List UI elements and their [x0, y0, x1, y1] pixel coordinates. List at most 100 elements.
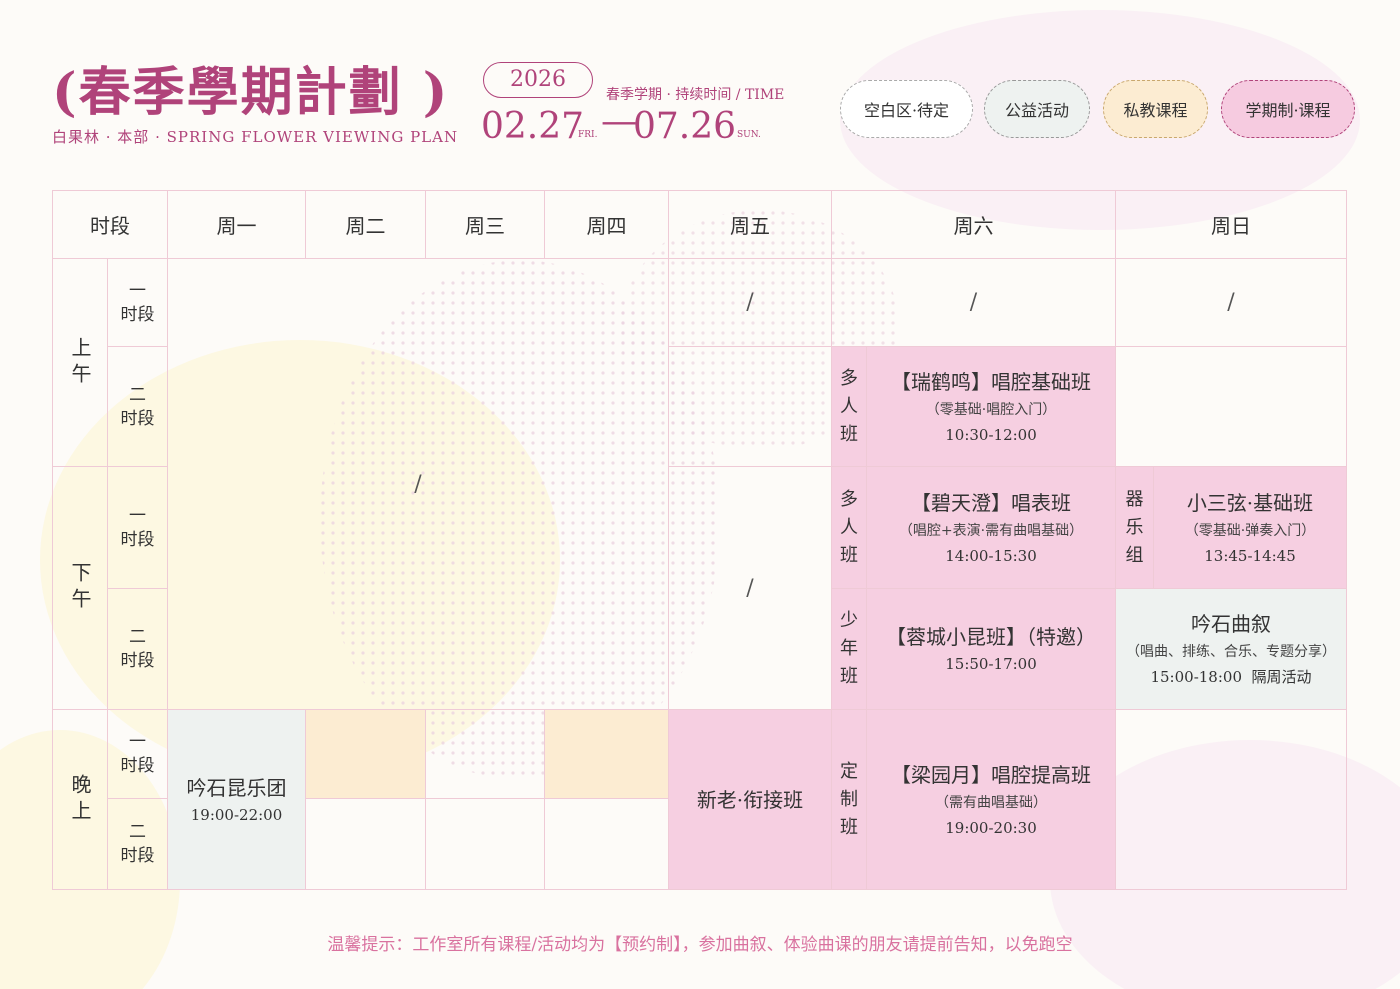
course-time: 10:30-12:00: [945, 425, 1037, 444]
header-mon: 周一: [167, 190, 306, 259]
slot-evening-1: 一 时段: [107, 709, 168, 799]
slot-label: 时段: [120, 846, 155, 866]
header-sat: 周六: [831, 190, 1116, 259]
course-title: 【碧天澄】唱表班: [911, 490, 1071, 515]
sat-morning-1: /: [831, 258, 1116, 347]
type-char: 人: [840, 395, 858, 417]
header-tue: 周二: [305, 190, 426, 259]
sun-a1-type: 器 乐 组: [1115, 466, 1154, 589]
group-evening: 晚上: [52, 709, 108, 890]
course-time: 13:45-14:45: [1204, 546, 1296, 565]
slot-number: 二: [129, 822, 146, 842]
slot-label: 时段: [120, 304, 155, 325]
slot-number: 一: [129, 280, 146, 301]
header-period: 时段: [52, 190, 168, 259]
type-char: 乐: [1125, 516, 1144, 538]
sat-a2-type: 少 年 班: [831, 588, 867, 710]
thu-evening-2: [544, 798, 669, 890]
sat-e-type: 定 制 班: [831, 709, 867, 890]
slot-label: 时段: [120, 651, 155, 671]
sun-a1-course: 小三弦·基础班 （零基础·弹奏入门） 13:45-14:45: [1153, 466, 1347, 589]
course-note: （唱腔+表演·需有曲唱基础）: [898, 522, 1084, 539]
page-title: (春季學期計劃 ): [52, 62, 450, 123]
slot-number: 一: [129, 505, 146, 526]
slot-afternoon-1: 一 时段: [107, 466, 168, 589]
activity-time: 19:00-22:00: [190, 805, 283, 824]
sat-a1-course: 【碧天澄】唱表班 （唱腔+表演·需有曲唱基础） 14:00-15:30: [866, 466, 1116, 589]
type-char: 组: [1125, 544, 1144, 566]
start-date: 02.27: [481, 106, 585, 147]
activity-time: 15:00-18:00 隔周活动: [1150, 668, 1312, 686]
legend-public: 公益活动: [984, 80, 1090, 138]
type-char: 人: [840, 516, 858, 538]
end-day: SUN.: [737, 130, 761, 140]
fri-afternoon: /: [668, 466, 832, 710]
header-wed: 周三: [425, 190, 545, 259]
fri-evening-course: 新老·衔接班: [668, 709, 832, 890]
legend-blank: 空白区·待定: [840, 80, 973, 138]
activity-note: （唱曲、排练、合乐、专题分享）: [1126, 644, 1336, 660]
group-afternoon-label: 下午: [68, 562, 92, 614]
year-badge: 2026: [483, 62, 593, 98]
end-date: 07.26: [633, 106, 737, 147]
header-sun: 周日: [1115, 190, 1347, 259]
slot-number: 一: [129, 732, 146, 752]
header-fri: 周五: [668, 190, 832, 259]
type-char: 班: [840, 544, 858, 566]
slot-label: 时段: [120, 529, 155, 550]
sun-morning-2: [1115, 346, 1347, 467]
date-dash: —: [601, 101, 637, 142]
slot-morning-2: 二 时段: [107, 346, 168, 467]
course-time: 15:50-17:00: [945, 655, 1037, 673]
type-char: 年: [840, 638, 858, 659]
sat-e-course: 【梁园月】唱腔提高班 （需有曲唱基础） 19:00-20:30: [866, 709, 1116, 890]
type-char: 定: [840, 760, 858, 782]
footer-notice: 温馨提示：工作室所有课程/活动均为【预约制】，参加曲叙、体验曲课的朋友请提前告知…: [327, 935, 1073, 955]
start-day: FRI.: [578, 130, 598, 140]
group-morning-label: 上午: [68, 336, 92, 389]
fri-morning-1: /: [668, 258, 832, 347]
sun-evening: [1115, 709, 1347, 890]
course-note: （零基础·唱腔入门）: [925, 401, 1057, 418]
type-char: 器: [1125, 488, 1144, 510]
sat-a1-type: 多 人 班: [831, 466, 867, 589]
course-title: 【瑞鹤鸣】唱腔基础班: [891, 369, 1091, 394]
thu-evening-1-private: [544, 709, 669, 799]
activity-title: 吟石昆乐团: [186, 775, 287, 800]
course-time: 19:00-20:30: [945, 818, 1037, 837]
slot-label: 时段: [120, 408, 155, 429]
mon-thu-daytime-blank: /: [167, 258, 669, 710]
mon-evening-activity: 吟石昆乐团 19:00-22:00: [167, 709, 306, 890]
tue-evening-2: [305, 798, 426, 890]
slot-label: 时段: [120, 756, 155, 776]
type-char: 班: [840, 423, 858, 445]
sat-m2-type: 多 人 班: [831, 346, 867, 467]
header-thu: 周四: [544, 190, 669, 259]
type-char: 多: [840, 488, 858, 510]
sat-a2-course: 【蓉城小昆班】（特邀） 15:50-17:00: [866, 588, 1116, 710]
sat-m2-course: 【瑞鹤鸣】唱腔基础班 （零基础·唱腔入门） 10:30-12:00: [866, 346, 1116, 467]
course-note: （零基础·弹奏入门）: [1184, 522, 1316, 539]
sun-morning-1: /: [1115, 258, 1347, 347]
sun-a2-activity: 吟石曲叙 （唱曲、排练、合乐、专题分享） 15:00-18:00 隔周活动: [1115, 588, 1347, 710]
slot-afternoon-2: 二 时段: [107, 588, 168, 710]
wed-evening-1: [425, 709, 545, 799]
slot-morning-1: 一 时段: [107, 258, 168, 347]
activity-title: 吟石曲叙: [1191, 612, 1271, 636]
wed-evening-2: [425, 798, 545, 890]
type-char: 多: [840, 367, 858, 389]
course-time: 14:00-15:30: [945, 546, 1037, 565]
type-char: 制: [840, 788, 858, 810]
fri-morning-2: [668, 346, 832, 467]
group-evening-label: 晚上: [68, 773, 92, 826]
legend-term: 学期制·课程: [1221, 80, 1355, 138]
type-char: 班: [840, 666, 858, 687]
course-title: 小三弦·基础班: [1186, 490, 1314, 515]
type-char: 班: [840, 816, 858, 838]
type-char: 少: [840, 610, 858, 631]
legend-private: 私教课程: [1103, 80, 1208, 138]
slot-evening-2: 二 时段: [107, 798, 168, 890]
course-title: 【蓉城小昆班】（特邀）: [886, 625, 1096, 649]
group-afternoon: 下午: [52, 466, 108, 710]
group-morning: 上午: [52, 258, 108, 467]
